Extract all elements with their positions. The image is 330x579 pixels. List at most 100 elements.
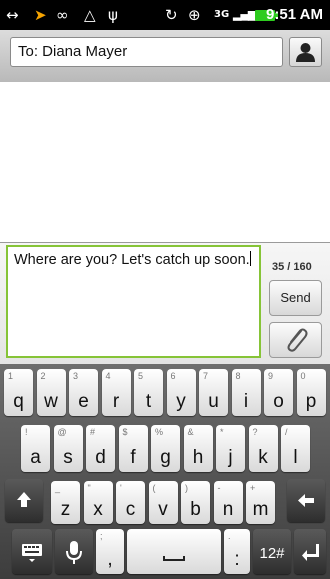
key-label: x xyxy=(93,499,103,520)
send-button[interactable]: Send xyxy=(269,280,322,316)
key-label: l xyxy=(293,447,298,468)
message-input[interactable]: Where are you? Let's catch up soon. xyxy=(6,245,261,358)
message-text: Where are you? Let's catch up soon. xyxy=(14,252,250,268)
key-alt-label: 2 xyxy=(40,371,46,381)
compose-area: Where are you? Let's catch up soon. 35 /… xyxy=(0,242,330,365)
key-o[interactable]: 9o xyxy=(264,369,293,416)
key-t[interactable]: 5t xyxy=(134,369,163,416)
key-n[interactable]: -n xyxy=(213,481,243,524)
key-u[interactable]: 7u xyxy=(199,369,228,416)
keyboard-icon xyxy=(22,544,42,562)
add-contact-button[interactable] xyxy=(289,37,322,67)
key-label: p xyxy=(305,391,317,412)
key-k[interactable]: ? k xyxy=(248,425,278,472)
microphone-icon xyxy=(66,541,82,564)
key-alt-label: 5 xyxy=(138,371,144,381)
key-g[interactable]: % g xyxy=(151,425,180,472)
key-label: d xyxy=(95,447,106,468)
attach-button[interactable] xyxy=(269,322,322,358)
key-label: t xyxy=(145,391,152,412)
space-bar-icon xyxy=(163,556,185,561)
key-f[interactable]: $ f xyxy=(118,425,148,472)
key-alt-label: / xyxy=(285,427,288,437)
key-j[interactable]: * j xyxy=(216,425,245,472)
key-a[interactable]: ! a xyxy=(21,425,50,472)
key-alt-label: 9 xyxy=(268,371,274,381)
key-v[interactable]: (v xyxy=(148,481,178,524)
colon-key[interactable]: . : xyxy=(224,529,250,574)
key-p[interactable]: 0p xyxy=(296,369,326,416)
key-label: i xyxy=(243,391,249,412)
clock: 9:51 AM xyxy=(266,6,323,23)
key-alt-label: + xyxy=(250,483,256,493)
sync-arrows-icon: ↔ xyxy=(6,6,19,24)
backspace-key[interactable] xyxy=(287,479,325,522)
conversation-area xyxy=(0,82,330,242)
status-bar: ↔ ➤ ∞ △ ψ ↻ ⊕ 3G ▂▄▆ 9:51 AM xyxy=(0,0,330,30)
key-alt-label: $ xyxy=(122,427,128,437)
network-3g-icon: 3G xyxy=(214,9,230,20)
key-e[interactable]: 3e xyxy=(69,369,98,416)
key-label: y xyxy=(176,391,186,412)
key-s[interactable]: @ s xyxy=(53,425,83,472)
warning-icon: △ xyxy=(84,6,96,24)
soft-keyboard: 1q2w3e4r5t6y7u8i9o0p ! a @ s # d $ f% g & h * j? k / l … xyxy=(0,364,330,579)
key-alt-label: & xyxy=(187,427,194,437)
usb-icon: ψ xyxy=(108,6,118,24)
key-x[interactable]: " x xyxy=(83,481,113,524)
key-label: n xyxy=(222,499,234,520)
key-alt-label: " xyxy=(87,483,91,493)
key-label: h xyxy=(192,447,204,468)
voicemail-icon: ∞ xyxy=(56,6,69,24)
key-i[interactable]: 8i xyxy=(231,369,261,416)
key-label: o xyxy=(273,391,284,412)
comma-key[interactable]: ; , xyxy=(96,529,124,574)
space-key[interactable] xyxy=(127,529,221,574)
key-alt-label: 0 xyxy=(300,371,306,381)
key-w[interactable]: 2w xyxy=(36,369,66,416)
key-alt-label: ) xyxy=(185,483,188,493)
key-label: k xyxy=(258,447,268,468)
key-label: b xyxy=(190,499,201,520)
key-label: f xyxy=(130,447,136,468)
keyboard-settings-key[interactable] xyxy=(12,529,52,574)
key-label: e xyxy=(78,391,89,412)
backspace-arrow-icon xyxy=(298,494,314,507)
recipient-header: To: Diana Mayer xyxy=(0,30,330,82)
enter-key[interactable] xyxy=(294,529,326,574)
key-label: a xyxy=(30,447,41,468)
recipient-field[interactable]: To: Diana Mayer xyxy=(10,37,283,67)
shift-key[interactable] xyxy=(5,479,43,522)
key-l[interactable]: / l xyxy=(281,425,310,472)
key-alt-label: ( xyxy=(152,483,156,493)
key-r[interactable]: 4r xyxy=(101,369,131,416)
paperclip-icon xyxy=(287,328,308,352)
key-label: c xyxy=(125,499,136,520)
key-alt-label: % xyxy=(155,427,164,437)
key-d[interactable]: # d xyxy=(86,425,115,472)
person-icon xyxy=(296,43,315,62)
key-alt-label: 3 xyxy=(73,371,79,381)
key-label: z xyxy=(60,499,71,520)
key-alt-label: 4 xyxy=(105,371,111,381)
key-c[interactable]: ' c xyxy=(116,481,145,524)
key-alt-label: 6 xyxy=(170,371,176,381)
voice-input-key[interactable] xyxy=(55,529,93,574)
key-b[interactable]: ) b xyxy=(181,481,210,524)
key-y[interactable]: 6y xyxy=(166,369,196,416)
key-label: v xyxy=(158,499,168,520)
key-z[interactable]: _ z xyxy=(51,481,80,524)
key-label: q xyxy=(13,391,24,412)
key-label: g xyxy=(160,447,171,468)
key-alt-label: * xyxy=(220,427,224,437)
key-label: r xyxy=(112,391,120,412)
key-alt-label: - xyxy=(217,483,221,493)
shift-arrow-icon xyxy=(17,492,31,507)
key-label: j xyxy=(228,447,233,468)
key-h[interactable]: & h xyxy=(183,425,213,472)
key-q[interactable]: 1q xyxy=(4,369,33,416)
key-m[interactable]: + m xyxy=(246,481,275,524)
key-alt-label: ! xyxy=(25,427,28,437)
key-alt-label: ? xyxy=(252,427,258,437)
symbols-key[interactable]: 12# xyxy=(253,529,291,574)
